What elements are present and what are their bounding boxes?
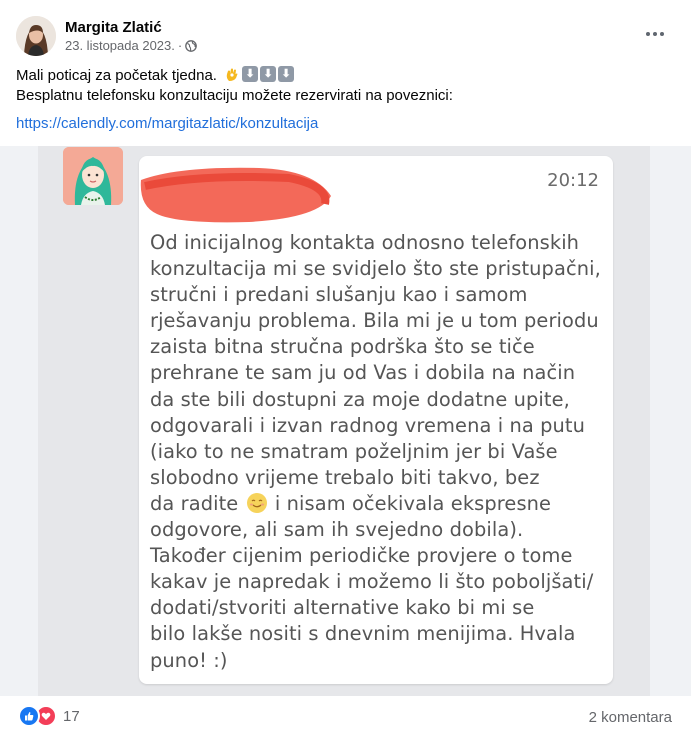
post-text: Mali poticaj za početak tjedna. ⬇ ⬇ ⬇ Be… xyxy=(16,66,666,134)
more-options-icon[interactable] xyxy=(643,24,667,44)
post-footer: 17 2 komentara xyxy=(0,696,691,732)
post-meta: 23. listopada 2023. · xyxy=(65,37,198,54)
message-time: 20:12 xyxy=(547,170,599,191)
down-arrow-icon: ⬇ xyxy=(260,66,277,82)
down-arrow-icon: ⬇ xyxy=(242,66,259,82)
globe-icon[interactable] xyxy=(185,39,198,52)
message-line: dodati/stvoriti alternative kako bi mi s… xyxy=(150,596,535,620)
like-icon xyxy=(18,705,40,727)
author-name[interactable]: Margita Zlatić xyxy=(65,18,197,37)
message-line: odgovarali i izvan radnog vremena i na p… xyxy=(150,413,585,437)
message-line: bilo lakše nositi s dnevnim menijima. Hv… xyxy=(150,622,576,646)
reaction-count: 17 xyxy=(63,707,80,725)
author-block: Margita Zlatić 23. listopada 2023. · xyxy=(65,18,198,54)
message-line: puno! :) xyxy=(150,648,228,672)
message-line: prehrane te sam ju od Vas i dobila na na… xyxy=(150,361,576,385)
emoji-row: ⬇ ⬇ ⬇ xyxy=(224,66,295,82)
message-line: stručni i predani slušanju kao i samom xyxy=(150,283,528,307)
comments-count-link[interactable]: 2 komentara xyxy=(589,709,672,726)
smiling-face-icon xyxy=(246,492,267,513)
chat-bubble: 20:12 Od inicijalnog kontakta odnosno te… xyxy=(139,156,613,684)
message-line: kakav je napredak i možemo li što pobolj… xyxy=(150,570,594,594)
reactions-summary[interactable]: 17 xyxy=(18,705,80,727)
post-text-line1-text: Mali poticaj za početak tjedna. xyxy=(16,67,217,84)
post-text-line1: Mali poticaj za početak tjedna. ⬇ ⬇ ⬇ xyxy=(16,66,666,86)
message-line-part: da radite xyxy=(150,491,239,515)
message-line: rješavanju problema. Bila mi je u tom pe… xyxy=(150,309,599,333)
post-header: Margita Zlatić 23. listopada 2023. · xyxy=(16,14,198,58)
post-text-line2: Besplatnu telefonsku konzultaciju možete… xyxy=(16,87,453,104)
message-line-with-emoji: da radite i nisam očekivala ekspresne xyxy=(150,491,610,517)
calendly-link[interactable]: https://calendly.com/margitazlatic/konzu… xyxy=(16,114,666,134)
post-date[interactable]: 23. listopada 2023. xyxy=(65,37,175,54)
down-arrow-icon: ⬇ xyxy=(278,66,295,82)
message-line: zaista bitna stručna podrška što se tiče xyxy=(150,335,535,359)
message-line: (iako to ne smatram poželjnim jer bi Vaš… xyxy=(150,439,558,463)
author-avatar[interactable] xyxy=(16,16,56,56)
message-line: konzultacija mi se svidjelo što ste pris… xyxy=(150,257,601,281)
ok-hand-icon xyxy=(226,68,238,81)
message-line: Od inicijalnog kontakta odnosno telefons… xyxy=(150,231,580,254)
message-line: odgovore, ali sam ih svejedno dobila). xyxy=(150,518,524,542)
chat-avatar xyxy=(63,147,123,205)
message-line: slobodno vrijeme trebalo biti takvo, bez xyxy=(150,465,540,489)
message-line: Također cijenim periodičke provjere o to… xyxy=(150,544,573,568)
message-text: Od inicijalnog kontakta odnosno telefons… xyxy=(150,230,610,674)
message-line-part: i nisam očekivala ekspresne xyxy=(274,491,552,515)
message-line: da ste bili dostupni za moje dodatne upi… xyxy=(150,387,570,411)
redaction-scribble xyxy=(140,167,331,223)
meta-separator: · xyxy=(177,38,183,53)
